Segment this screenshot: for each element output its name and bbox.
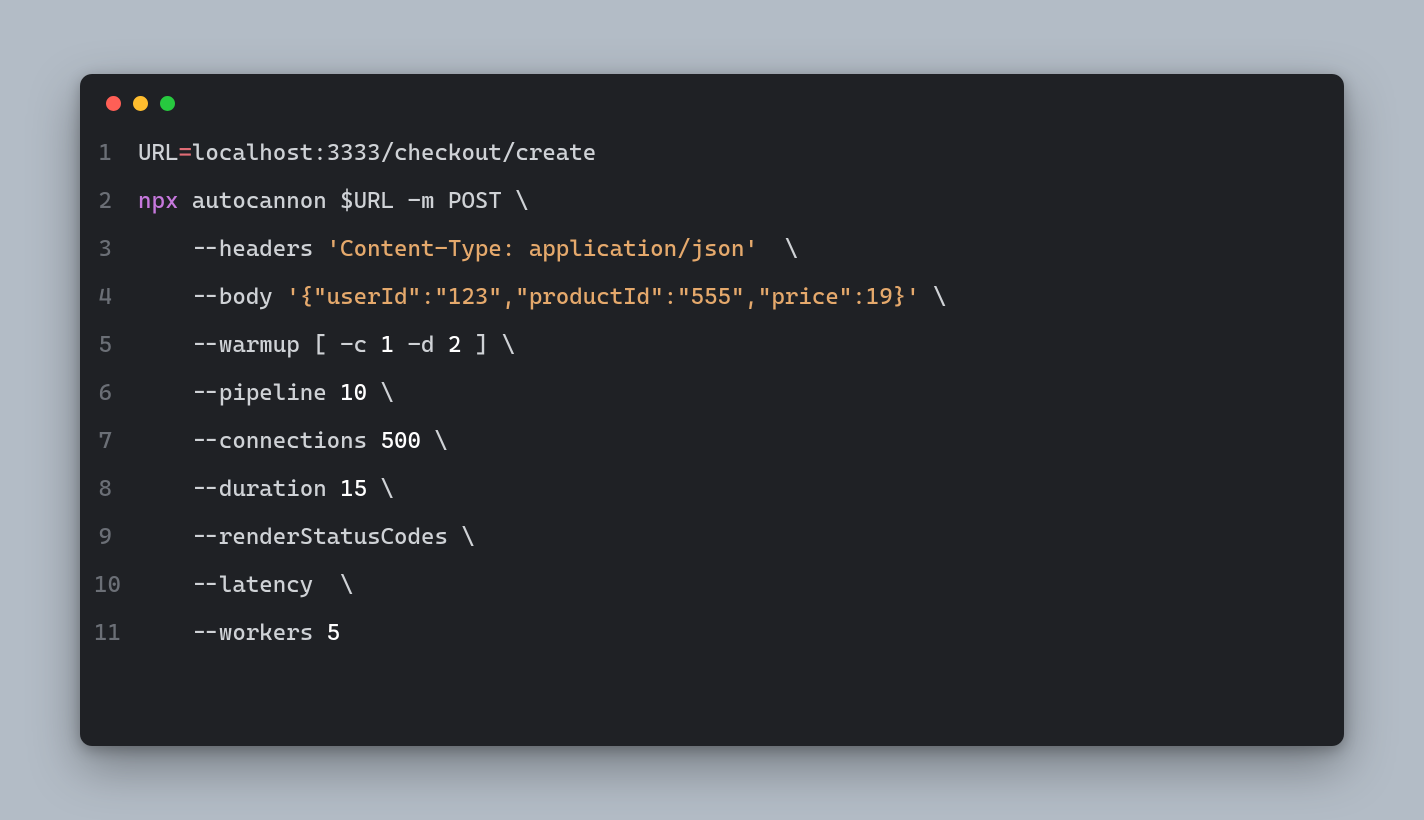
token: \ [502,332,515,358]
token: '{"userId":"123","productId":"555","pric… [286,284,919,310]
token: autocannon $URL -m POST [192,188,515,214]
token [367,380,380,406]
token: 1 [381,332,394,358]
token: 15 [340,476,367,502]
token: --duration [138,476,340,502]
token: --headers [138,236,327,262]
line-number: 5 [94,321,138,369]
token: 5 [327,620,340,646]
line-number: 7 [94,417,138,465]
line-number: 9 [94,513,138,561]
line-number: 2 [94,177,138,225]
token: \ [381,380,394,406]
code-line[interactable]: 7 --connections 500 \ [94,417,1318,465]
line-number: 6 [94,369,138,417]
code-content[interactable]: --pipeline 10 \ [138,369,394,417]
token [178,188,191,214]
code-line[interactable]: 11 --workers 5 [94,609,1318,657]
token: --pipeline [138,380,340,406]
token: npx [138,188,178,214]
code-content[interactable]: --warmup [ -c 1 -d 2 ] \ [138,321,515,369]
token: -d [394,332,448,358]
token: \ [381,476,394,502]
code-line[interactable]: 2npx autocannon $URL -m POST \ [94,177,1318,225]
token [421,428,434,454]
close-icon[interactable] [106,96,121,111]
code-line[interactable]: 4 --body '{"userId":"123","productId":"5… [94,273,1318,321]
code-content[interactable]: npx autocannon $URL -m POST \ [138,177,529,225]
token: ] [461,332,501,358]
line-number: 4 [94,273,138,321]
token [758,236,785,262]
code-content[interactable]: --connections 500 \ [138,417,448,465]
token: --warmup [ -c [138,332,381,358]
token: = [178,140,191,166]
token: --workers [138,620,327,646]
token: 2 [448,332,461,358]
code-line[interactable]: 9 --renderStatusCodes \ [94,513,1318,561]
code-line[interactable]: 6 --pipeline 10 \ [94,369,1318,417]
code-content[interactable]: --latency \ [138,561,354,609]
code-content[interactable]: --headers 'Content-Type: application/jso… [138,225,798,273]
token: --body [138,284,286,310]
token: --renderStatusCodes [138,524,461,550]
token: \ [785,236,798,262]
titlebar [80,74,1344,119]
code-content[interactable]: --duration 15 \ [138,465,394,513]
code-content[interactable]: --body '{"userId":"123","productId":"555… [138,273,947,321]
token: \ [515,188,528,214]
maximize-icon[interactable] [160,96,175,111]
code-window: 1URL=localhost:3333/checkout/create2npx … [80,74,1344,746]
code-content[interactable]: --renderStatusCodes \ [138,513,475,561]
token: 'Content-Type: application/json' [327,236,758,262]
token: URL [138,140,178,166]
code-editor[interactable]: 1URL=localhost:3333/checkout/create2npx … [80,119,1344,685]
token: \ [461,524,474,550]
token [920,284,933,310]
token: --connections [138,428,381,454]
code-line[interactable]: 1URL=localhost:3333/checkout/create [94,129,1318,177]
line-number: 10 [94,561,138,609]
token: --latency [138,572,340,598]
token [367,476,380,502]
minimize-icon[interactable] [133,96,148,111]
line-number: 11 [94,609,138,657]
code-line[interactable]: 3 --headers 'Content-Type: application/j… [94,225,1318,273]
code-line[interactable]: 8 --duration 15 \ [94,465,1318,513]
token: \ [933,284,946,310]
token: \ [340,572,353,598]
line-number: 8 [94,465,138,513]
code-line[interactable]: 10 --latency \ [94,561,1318,609]
code-content[interactable]: URL=localhost:3333/checkout/create [138,129,596,177]
line-number: 1 [94,129,138,177]
code-line[interactable]: 5 --warmup [ -c 1 -d 2 ] \ [94,321,1318,369]
token: 10 [340,380,367,406]
code-content[interactable]: --workers 5 [138,609,340,657]
token: localhost:3333/checkout/create [192,140,596,166]
token: 500 [381,428,421,454]
line-number: 3 [94,225,138,273]
token: \ [435,428,448,454]
